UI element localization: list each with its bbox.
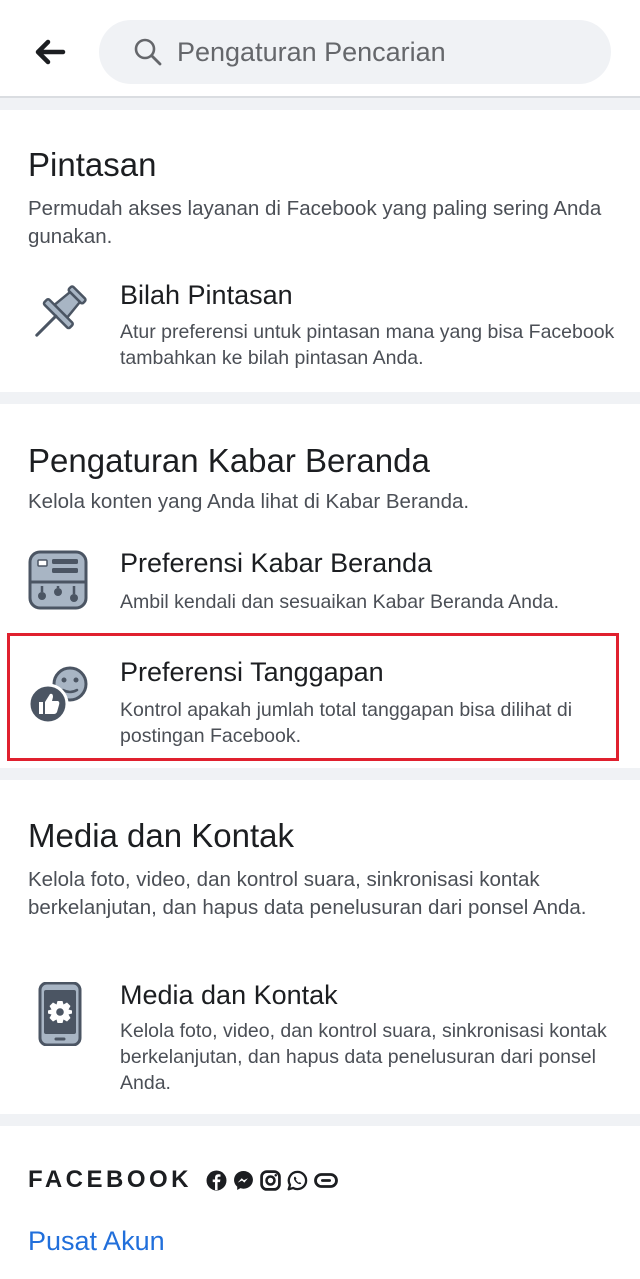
settings-item-reaction-preferences[interactable]: Preferensi Tanggapan Kontrol apakah juml… [0,640,640,758]
settings-item-shortcut-bar[interactable]: Bilah Pintasan Atur preferensi untuk pin… [0,272,640,382]
section-divider [0,1114,640,1126]
item-title: Preferensi Kabar Beranda [120,548,433,578]
item-desc: Ambil kendali dan sesuaikan Kabar Berand… [120,591,560,613]
facebook-brand: FACEBOOK [28,1166,344,1194]
pushpin-icon [35,285,87,337]
settings-item-media-contacts[interactable]: Media dan Kontak Kelola foto, video, dan… [0,976,640,1102]
search-box[interactable] [99,20,611,84]
section-desc-media: Kelola foto, video, dan kontrol suara, s… [28,868,587,919]
reactions-icon [27,666,88,725]
item-desc: Atur preferensi untuk pintasan mana yang… [120,321,615,369]
item-desc: Kelola foto, video, dan kontrol suara, s… [120,1020,607,1094]
settings-item-news-feed-preferences[interactable]: Preferensi Kabar Beranda Ambil kendali d… [0,540,640,626]
item-title: Bilah Pintasan [120,280,293,310]
phone-gear-icon [38,982,82,1046]
news-feed-preferences-icon [28,550,88,610]
section-title-shortcuts: Pintasan [28,146,157,183]
brand-wordmark: FACEBOOK [28,1166,193,1193]
accounts-center-link[interactable]: Pusat Akun [28,1226,165,1257]
search-input[interactable] [177,36,577,68]
item-title: Preferensi Tanggapan [120,657,384,687]
magnifier-icon [134,38,162,66]
instagram-icon [260,1169,281,1191]
portal-icon [314,1172,338,1188]
whatsapp-icon [287,1170,308,1190]
top-bar [0,0,640,100]
section-title-media: Media dan Kontak [28,817,295,854]
item-desc: Kontrol apakah jumlah total tanggapan bi… [120,699,573,747]
section-desc-shortcuts: Permudah akses layanan di Facebook yang … [28,197,602,248]
arrow-left-icon [35,39,66,65]
section-desc-news-feed: Kelola konten yang Anda lihat di Kabar B… [28,490,470,513]
section-divider [0,392,640,404]
messenger-icon [234,1170,253,1190]
section-title-news-feed: Pengaturan Kabar Beranda [28,442,430,479]
section-divider [0,98,640,110]
facebook-icon [206,1170,227,1190]
back-button[interactable] [22,26,78,78]
section-divider [0,768,640,780]
item-title: Media dan Kontak [120,980,338,1010]
